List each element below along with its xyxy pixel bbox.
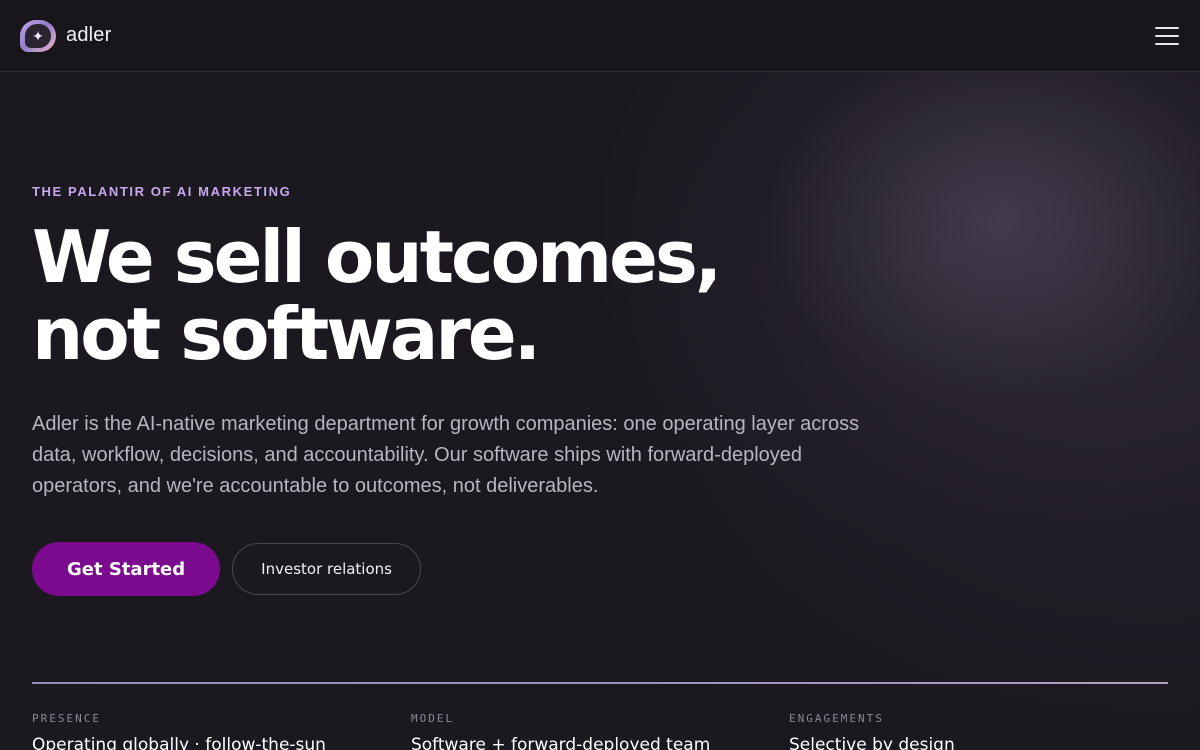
cta-row: Get Started Investor relations — [32, 542, 932, 596]
stat-presence: PRESENCE Operating globally · follow-the… — [32, 712, 411, 750]
stat-value: Selective by design — [789, 735, 955, 750]
top-navigation-bar: ✦ adler — [0, 0, 1200, 72]
brand-name: adler — [66, 24, 112, 46]
stat-label: MODEL — [410, 712, 455, 725]
hero-headline: We sell outcomes, not software. — [32, 219, 792, 373]
brand-logo-link[interactable]: ✦ adler — [20, 19, 112, 52]
stat-label: PRESENCE — [32, 712, 101, 725]
headline-line-2: not software. — [32, 292, 541, 376]
stats-row: PRESENCE Operating globally · follow-the… — [32, 712, 1168, 750]
hero-eyebrow: THE PALANTIR OF AI MARKETING — [32, 184, 292, 199]
stat-engagements: ENGAGEMENTS Selective by design — [789, 712, 1168, 750]
hero-section: THE PALANTIR OF AI MARKETING We sell out… — [32, 184, 932, 596]
stat-label: ENGAGEMENTS — [789, 712, 884, 725]
get-started-button[interactable]: Get Started — [32, 542, 221, 596]
stat-value: Operating globally · follow-the-sun — [32, 735, 326, 750]
gradient-divider — [32, 682, 1168, 684]
stat-model: MODEL Software + forward-deployed team — [411, 712, 789, 750]
hero-description: Adler is the AI-native marketing departm… — [32, 413, 860, 497]
hamburger-menu-icon[interactable] — [1155, 26, 1179, 45]
logo-mark: ✦ — [20, 19, 56, 52]
stat-value: Software + forward-deployed team — [410, 735, 711, 750]
sparkle-icon: ✦ — [25, 23, 51, 48]
headline-line-1: We sell outcomes, — [32, 215, 722, 299]
investor-relations-button[interactable]: Investor relations — [232, 543, 421, 595]
